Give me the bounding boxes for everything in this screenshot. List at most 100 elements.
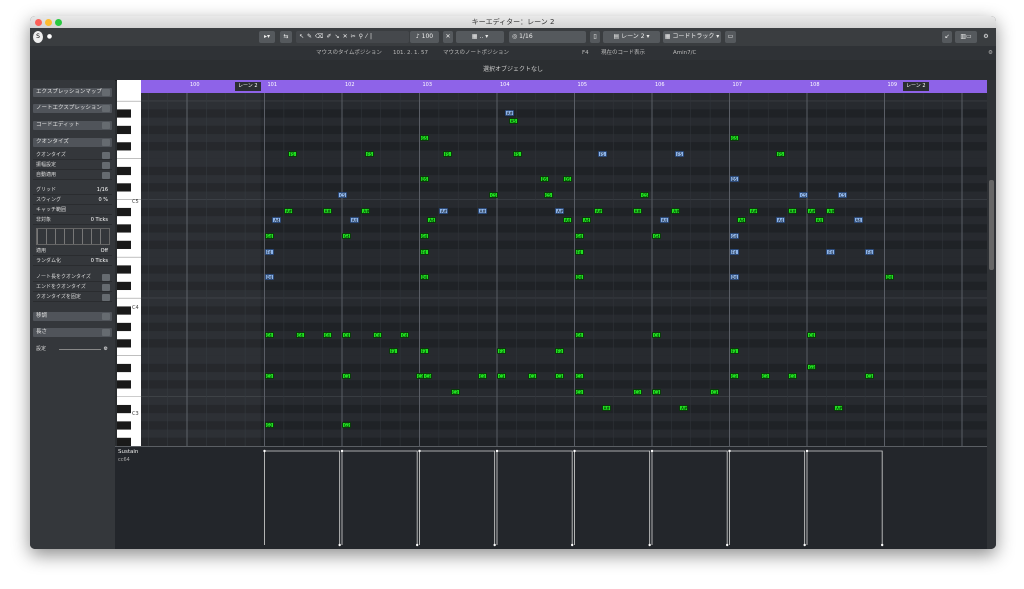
sustain-point[interactable] xyxy=(415,543,419,547)
sustain-point[interactable] xyxy=(573,449,576,453)
black-key[interactable] xyxy=(117,109,131,118)
note-event[interactable]: C4 xyxy=(264,331,274,338)
black-key[interactable] xyxy=(117,265,131,274)
note-event[interactable]: C3 xyxy=(729,372,739,379)
note-event[interactable]: A#2 xyxy=(834,405,844,412)
randomize-row[interactable]: ランダム化 0 Ticks xyxy=(33,257,112,266)
note-event[interactable]: C3 xyxy=(497,372,506,379)
settings-slider[interactable] xyxy=(59,349,101,350)
sustain-point[interactable] xyxy=(493,543,496,547)
black-key[interactable] xyxy=(117,322,131,332)
note-event[interactable]: F5 xyxy=(512,150,522,157)
note-event[interactable]: A4 xyxy=(776,216,785,223)
note-event[interactable]: A#4 xyxy=(283,208,293,215)
note-event[interactable]: A#4 xyxy=(807,208,816,215)
note-event[interactable]: C3 xyxy=(652,389,661,396)
catch-range-row[interactable]: キャッチ範囲 xyxy=(33,206,112,215)
collapse-icon[interactable]: ↙ xyxy=(942,31,952,43)
note-grid[interactable]: A#5 A5 G5 G5 F5 F5 F5 F5 F5 F5 F5 D5 D5 D5 D5 C5 C5 C5 C5 C… xyxy=(141,93,987,446)
close-button[interactable] xyxy=(35,19,42,26)
sustain-point[interactable] xyxy=(728,449,731,453)
note-event[interactable]: F5 xyxy=(442,150,452,157)
black-key[interactable] xyxy=(117,339,131,348)
quantize-length-icon[interactable] xyxy=(102,274,110,281)
grid-value[interactable]: 1/16 xyxy=(97,186,108,195)
note-event[interactable]: F5 xyxy=(776,150,785,157)
settings-gear-icon[interactable]: ⚙ xyxy=(988,46,993,60)
sustain-point[interactable] xyxy=(648,543,651,547)
chord-edit-section[interactable]: コードエディット xyxy=(33,121,112,130)
note-event[interactable]: A4 xyxy=(427,216,437,223)
note-event[interactable]: C5 xyxy=(489,192,499,198)
note-event[interactable]: C3 xyxy=(632,389,642,396)
note-event[interactable]: F3 xyxy=(555,347,565,354)
note-event[interactable]: A#4 xyxy=(748,208,758,215)
note-event[interactable]: F5 xyxy=(287,150,297,157)
black-key[interactable] xyxy=(117,437,131,446)
note-event[interactable]: C3 xyxy=(342,372,351,379)
note-event[interactable]: A4 xyxy=(349,216,359,223)
note-event[interactable]: F4 xyxy=(729,249,739,256)
black-key[interactable] xyxy=(117,306,131,315)
note-event[interactable]: D4 xyxy=(574,274,584,281)
swing-value[interactable]: 0 % xyxy=(98,196,108,205)
black-key[interactable] xyxy=(117,363,131,373)
note-event[interactable]: C4 xyxy=(373,331,382,338)
black-key[interactable] xyxy=(117,421,131,430)
randomize-value[interactable]: 0 Ticks xyxy=(91,257,108,266)
note-event[interactable]: C3 xyxy=(450,389,460,396)
sustain-point[interactable] xyxy=(725,543,729,547)
black-key[interactable] xyxy=(117,166,131,176)
apply-value[interactable]: Off xyxy=(101,247,108,256)
chord-track-select[interactable]: ▦ コードトラック ▾ xyxy=(663,31,721,43)
black-key[interactable] xyxy=(117,224,131,233)
quantize-section[interactable]: クオンタイズ xyxy=(33,138,112,147)
quantize-ends-icon[interactable] xyxy=(102,284,110,291)
snap-type-select[interactable]: ▦ ‥ ▾ xyxy=(456,31,504,43)
sustain-line[interactable] xyxy=(264,450,883,545)
quantize-ends-row[interactable]: エンドをクオンタイズ xyxy=(33,283,112,292)
vertical-scrollbar[interactable] xyxy=(987,80,996,549)
black-key[interactable] xyxy=(117,281,131,291)
black-key[interactable] xyxy=(117,380,131,389)
quantize-apply-icon[interactable] xyxy=(102,152,110,159)
note-event[interactable]: C3 xyxy=(264,372,274,379)
bar-ruler[interactable]: 100 101 102 103 104 105 106 107 108 109 レーン 2 レーン… xyxy=(141,80,987,93)
auto-apply-toggle[interactable] xyxy=(102,172,110,179)
note-event[interactable]: G4 xyxy=(419,233,429,240)
note-event[interactable]: A4 xyxy=(562,216,572,223)
note-event[interactable]: F5 xyxy=(675,150,685,157)
sustain-point[interactable] xyxy=(880,543,884,547)
snap-icon[interactable]: ✕ xyxy=(443,31,453,43)
note-event[interactable]: G2 xyxy=(264,421,274,428)
black-key[interactable] xyxy=(117,125,131,135)
tool-palette[interactable]: ↖✎⌫✐↘✕✂⚲⁄| xyxy=(296,31,409,43)
minimize-button[interactable] xyxy=(45,19,52,26)
settings-row[interactable]: 設定 ⚙ xyxy=(33,345,112,354)
length-icon[interactable] xyxy=(102,329,110,336)
note-event[interactable]: F4 xyxy=(865,249,875,256)
freeze-quantize-row[interactable]: クオンタイズを固定 xyxy=(33,293,112,302)
note-event[interactable]: C3 xyxy=(760,372,770,379)
note-event[interactable]: A#4 xyxy=(826,208,836,215)
note-event[interactable]: G4 xyxy=(264,233,274,240)
amplitude-row[interactable]: 振幅設定 xyxy=(33,161,112,170)
solo-icon[interactable]: S xyxy=(33,31,43,43)
auto-apply-row[interactable]: 自動適用 xyxy=(33,171,112,180)
note-event[interactable]: C5 xyxy=(640,192,650,198)
track-select[interactable]: ▤ レーン 2 ▾ xyxy=(603,31,660,43)
note-event[interactable]: F3 xyxy=(388,347,398,354)
black-key[interactable] xyxy=(117,183,131,192)
black-key[interactable] xyxy=(117,142,131,151)
note-event[interactable]: F3 xyxy=(419,347,429,354)
scrollbar-thumb[interactable] xyxy=(989,180,994,270)
note-event[interactable]: C4 xyxy=(322,331,332,338)
note-event[interactable]: C4 xyxy=(400,331,410,338)
amplitude-icon[interactable] xyxy=(102,162,110,169)
note-event[interactable]: C3 xyxy=(574,389,584,396)
note-event[interactable]: F4 xyxy=(419,249,429,256)
note-event[interactable]: G5 xyxy=(729,134,739,141)
display-icon[interactable]: ▯ xyxy=(590,31,600,43)
autoscroll-icon[interactable]: ⇆ xyxy=(280,31,292,43)
note-event[interactable]: C4 xyxy=(574,331,584,338)
